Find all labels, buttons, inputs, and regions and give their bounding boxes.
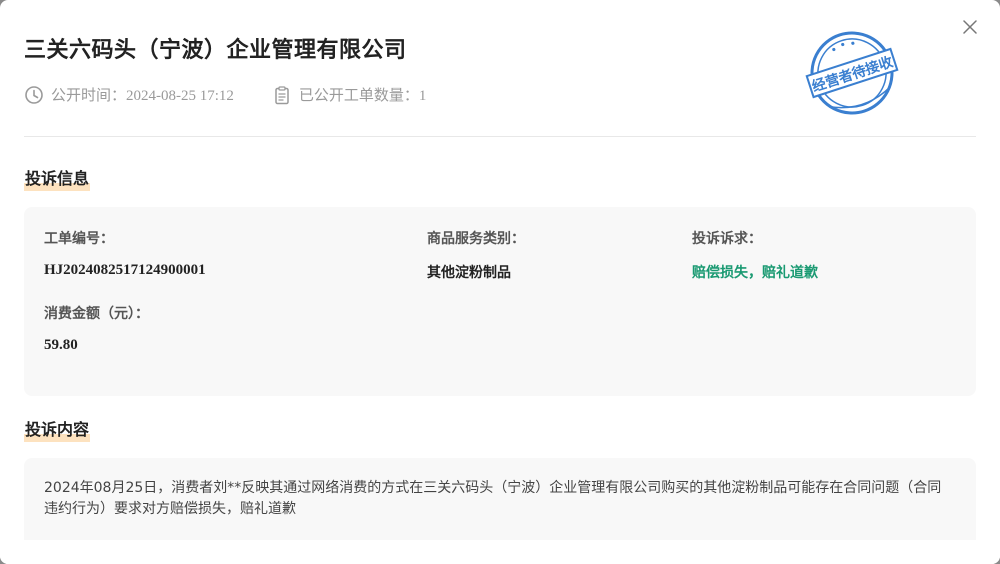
complaint-detail-modal: 三关六码头（宁波）企业管理有限公司 公开时间：2024-08-25 17:12 … — [0, 0, 1000, 564]
clipboard-icon — [272, 85, 292, 105]
ticket-field: 工单编号： HJ2024082517124900001 — [44, 228, 206, 279]
demand-value: 赔偿损失，赔礼道歉 — [692, 265, 818, 281]
complaint-info-panel: 工单编号： HJ2024082517124900001 商品服务类别： 其他淀粉… — [24, 207, 976, 396]
category-value: 其他淀粉制品 — [427, 265, 511, 281]
public-time: 公开时间：2024-08-25 17:12 — [24, 84, 234, 105]
ticket-value: HJ2024082517124900001 — [44, 262, 206, 278]
status-stamp: 经营者待接收 — [802, 28, 902, 118]
section-title-complaint-content: 投诉内容 — [24, 416, 91, 442]
public-count: 已公开工单数量：1 — [272, 84, 427, 105]
category-field: 商品服务类别： 其他淀粉制品 — [427, 228, 525, 282]
clock-icon — [24, 85, 44, 105]
amount-label: 消费金额（元）： — [44, 306, 149, 322]
demand-label: 投诉诉求： — [692, 231, 762, 247]
page-title: 三关六码头（宁波）企业管理有限公司 — [24, 38, 407, 63]
category-label: 商品服务类别： — [427, 231, 525, 247]
close-icon[interactable] — [960, 17, 980, 37]
amount-value: 59.80 — [44, 337, 78, 353]
section-title-complaint-info: 投诉信息 — [24, 165, 91, 191]
demand-field: 投诉诉求： 赔偿损失，赔礼道歉 — [692, 228, 818, 282]
ticket-label: 工单编号： — [44, 231, 114, 247]
public-time-text: 公开时间：2024-08-25 17:12 — [51, 88, 234, 104]
bottom-edge — [0, 540, 1000, 564]
divider — [24, 136, 976, 137]
amount-field: 消费金额（元）： 59.80 — [44, 303, 149, 354]
complaint-content-text: 2024年08月25日，消费者刘**反映其通过网络消费的方式在三关六码头（宁波）… — [44, 480, 942, 517]
public-count-text: 已公开工单数量：1 — [298, 88, 427, 104]
meta-row: 公开时间：2024-08-25 17:12 已公开工单数量：1 — [24, 84, 426, 105]
